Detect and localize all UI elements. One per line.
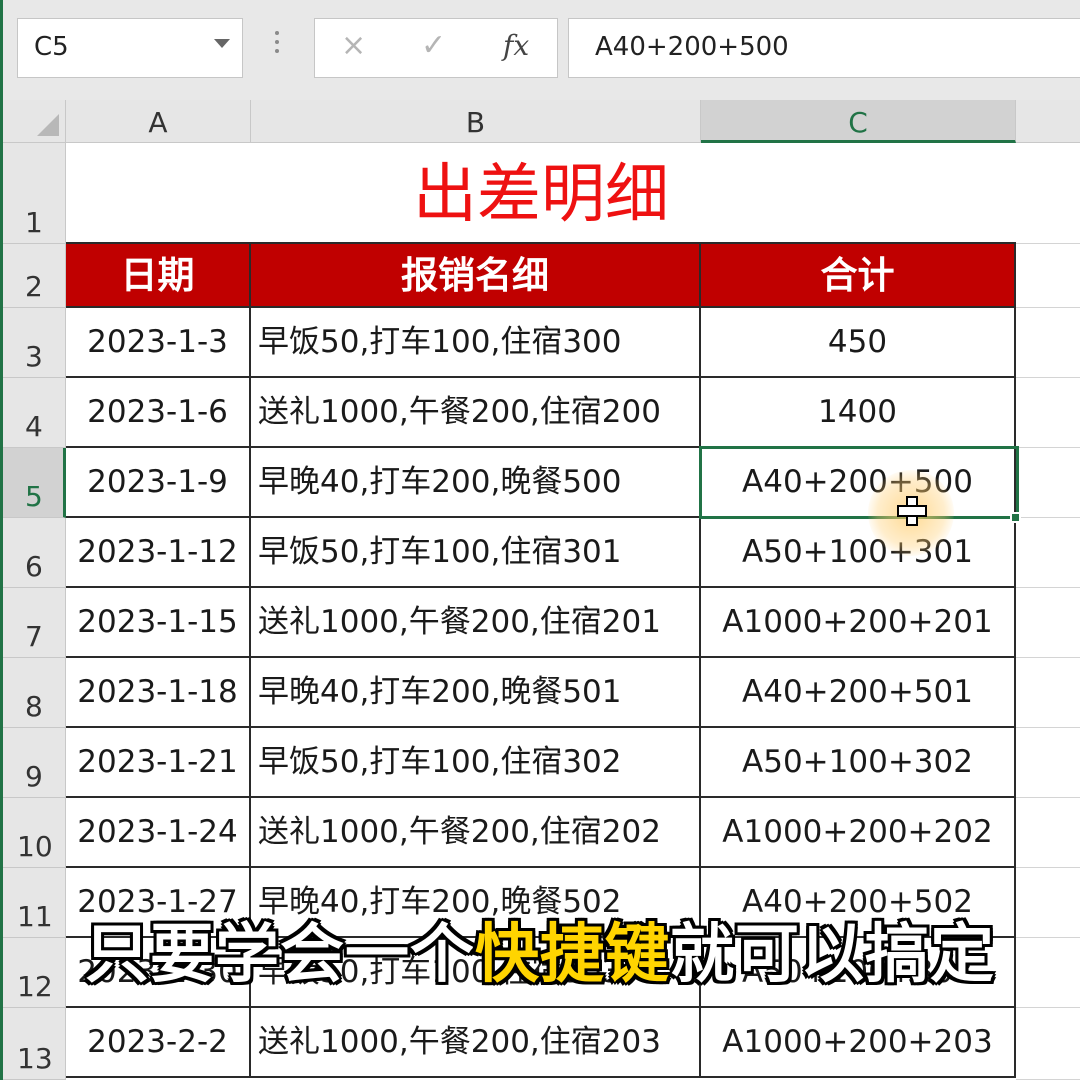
cell-b6[interactable]: 早饭50,打车100,住宿301 (251, 518, 701, 588)
cell-c10[interactable]: A1000+200+202 (701, 798, 1016, 868)
header-date[interactable]: 日期 (66, 244, 251, 308)
cancel-icon[interactable]: × (341, 28, 366, 63)
cell-b8[interactable]: 早晚40,打车200,晚餐501 (251, 658, 701, 728)
cell-c7[interactable]: A1000+200+201 (701, 588, 1016, 658)
drag-handle-icon[interactable] (275, 31, 279, 58)
cell-b3[interactable]: 早饭50,打车100,住宿300 (251, 308, 701, 378)
cell-b9[interactable]: 早饭50,打车100,住宿302 (251, 728, 701, 798)
column-header-d[interactable] (1016, 100, 1080, 143)
cell-d9[interactable] (1016, 728, 1080, 798)
cell-c3[interactable]: 450 (701, 308, 1016, 378)
cell-b5[interactable]: 早晚40,打车200,晚餐500 (251, 448, 701, 518)
row-header-8[interactable]: 8 (3, 658, 66, 728)
cell-c4[interactable]: 1400 (701, 378, 1016, 448)
header-total[interactable]: 合计 (701, 244, 1016, 308)
cell-a4[interactable]: 2023-1-6 (66, 378, 251, 448)
formula-value: A40+200+500 (595, 32, 789, 62)
cell-d6[interactable] (1016, 518, 1080, 588)
subtitle-text-end: 就可以搞定 (670, 918, 995, 992)
row-header-4[interactable]: 4 (3, 378, 66, 448)
select-all-button[interactable] (3, 100, 66, 143)
cell-a5[interactable]: 2023-1-9 (66, 448, 251, 518)
chevron-down-icon[interactable] (214, 39, 230, 48)
formula-buttons: × ✓ fx (314, 18, 558, 78)
column-header-a[interactable]: A (66, 100, 251, 143)
row-header-10[interactable]: 10 (3, 798, 66, 868)
cell-a10[interactable]: 2023-1-24 (66, 798, 251, 868)
cell-b4[interactable]: 送礼1000,午餐200,住宿200 (251, 378, 701, 448)
column-header-c[interactable]: C (701, 100, 1016, 143)
cell-d7[interactable] (1016, 588, 1080, 658)
cell-d5[interactable] (1016, 448, 1080, 518)
cell-d1[interactable] (1016, 143, 1080, 244)
row-header-6[interactable]: 6 (3, 518, 66, 588)
cell-a3[interactable]: 2023-1-3 (66, 308, 251, 378)
cell-d2[interactable] (1016, 244, 1080, 308)
cell-d3[interactable] (1016, 308, 1080, 378)
row-header-5[interactable]: 5 (3, 448, 66, 518)
sheet-title[interactable]: 出差明细 (66, 143, 1016, 244)
cell-d13[interactable] (1016, 1008, 1080, 1080)
video-subtitle: 只要学会一个快捷键就可以搞定 (0, 903, 1080, 995)
subtitle-highlight: 快捷键 (475, 918, 670, 992)
row-header-2[interactable]: 2 (3, 244, 66, 308)
enter-icon[interactable]: ✓ (421, 28, 446, 63)
cell-a9[interactable]: 2023-1-21 (66, 728, 251, 798)
cell-d8[interactable] (1016, 658, 1080, 728)
cell-a6[interactable]: 2023-1-12 (66, 518, 251, 588)
cell-cursor-icon (897, 496, 927, 526)
row-header-1[interactable]: 1 (3, 143, 66, 244)
cell-c13[interactable]: A1000+200+203 (701, 1008, 1016, 1078)
cell-c5[interactable]: A40+200+500 (701, 448, 1016, 518)
cell-c6[interactable]: A50+100+301 (701, 518, 1016, 588)
name-box-value: C5 (34, 32, 69, 62)
cell-c9[interactable]: A50+100+302 (701, 728, 1016, 798)
cell-c8[interactable]: A40+200+501 (701, 658, 1016, 728)
cell-b10[interactable]: 送礼1000,午餐200,住宿202 (251, 798, 701, 868)
cell-b13[interactable]: 送礼1000,午餐200,住宿203 (251, 1008, 701, 1078)
name-box[interactable]: C5 (17, 18, 243, 78)
fill-handle[interactable] (1010, 512, 1021, 523)
column-header-b[interactable]: B (251, 100, 701, 143)
formula-input[interactable]: A40+200+500 (568, 18, 1080, 78)
subtitle-text-start: 只要学会一个 (85, 918, 475, 992)
cell-d4[interactable] (1016, 378, 1080, 448)
cell-a7[interactable]: 2023-1-15 (66, 588, 251, 658)
insert-function-icon[interactable]: fx (503, 29, 529, 62)
row-header-9[interactable]: 9 (3, 728, 66, 798)
formula-bar: C5 × ✓ fx A40+200+500 (3, 0, 1080, 100)
row-header-7[interactable]: 7 (3, 588, 66, 658)
cell-a8[interactable]: 2023-1-18 (66, 658, 251, 728)
cell-d10[interactable] (1016, 798, 1080, 868)
cell-b7[interactable]: 送礼1000,午餐200,住宿201 (251, 588, 701, 658)
cell-a13[interactable]: 2023-2-2 (66, 1008, 251, 1078)
header-details[interactable]: 报销名细 (251, 244, 701, 308)
row-header-13[interactable]: 13 (3, 1008, 66, 1080)
row-header-3[interactable]: 3 (3, 308, 66, 378)
